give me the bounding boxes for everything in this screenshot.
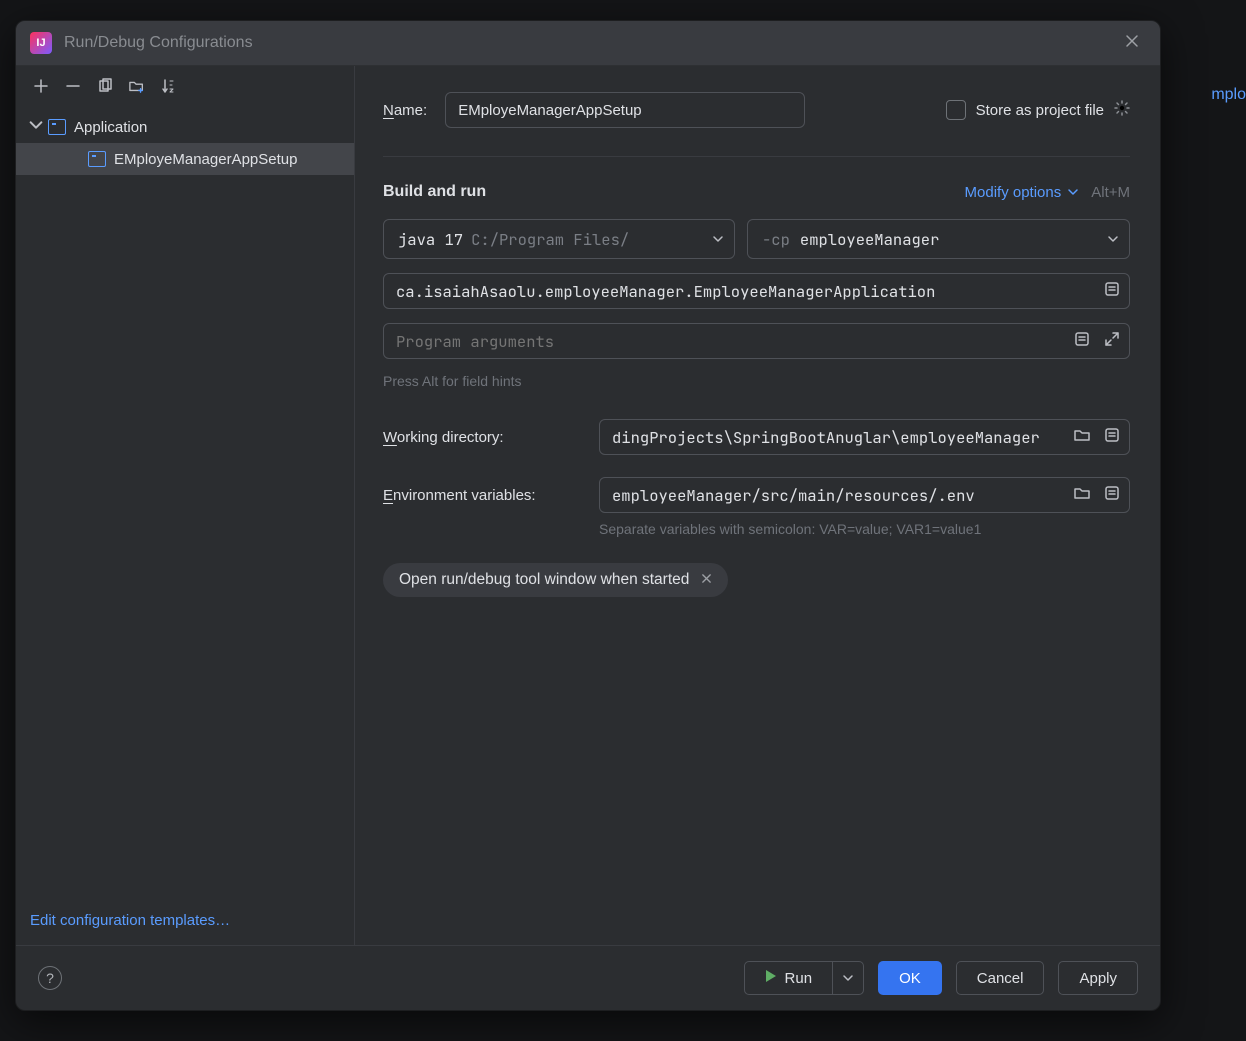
expand-icon[interactable] — [1104, 331, 1120, 351]
chevron-down-icon — [1099, 229, 1119, 250]
name-input[interactable] — [445, 92, 805, 128]
store-as-project-file-checkbox[interactable] — [946, 100, 966, 120]
tree-group-application[interactable]: Application — [16, 111, 354, 143]
working-directory-label: Working directory: — [383, 429, 579, 446]
open-tool-window-chip[interactable]: Open run/debug tool window when started — [383, 563, 728, 597]
name-label: Name: — [383, 102, 427, 119]
classpath-module-select[interactable]: -cp employeeManager — [747, 219, 1130, 259]
insert-macros-icon[interactable] — [1104, 427, 1120, 447]
field-hint: Press Alt for field hints — [383, 373, 1130, 389]
insert-macros-icon[interactable] — [1074, 331, 1090, 351]
environment-variables-hint: Separate variables with semicolon: VAR=v… — [599, 521, 1130, 537]
chevron-down-icon — [1067, 186, 1079, 198]
help-icon[interactable]: ? — [38, 966, 62, 990]
application-type-icon — [88, 151, 106, 167]
run-dropdown-icon[interactable] — [832, 961, 864, 995]
store-as-project-file-label: Store as project file — [976, 102, 1104, 119]
gear-icon[interactable] — [1114, 100, 1130, 120]
close-icon[interactable] — [1118, 29, 1146, 58]
titlebar: IJ Run/Debug Configurations — [16, 21, 1160, 66]
run-debug-configurations-dialog: IJ Run/Debug Configurations — [15, 20, 1161, 1011]
run-button-split: Run — [744, 961, 865, 995]
environment-variables-input[interactable] — [599, 477, 1130, 513]
sidebar-toolbar — [16, 66, 354, 107]
tree-group-label: Application — [74, 119, 147, 136]
configurations-tree: Application EMployeManagerAppSetup — [16, 107, 354, 898]
dialog-footer: ? Run OK Cancel Apply — [16, 945, 1160, 1010]
folder-icon[interactable] — [1074, 485, 1090, 505]
modify-options-link[interactable]: Modify options — [965, 184, 1080, 201]
modify-options-shortcut: Alt+M — [1091, 184, 1130, 201]
close-icon[interactable] — [701, 571, 712, 589]
run-button[interactable]: Run — [744, 961, 833, 995]
dialog-title: Run/Debug Configurations — [64, 34, 253, 52]
chevron-down-icon — [704, 229, 724, 250]
chevron-down-icon — [28, 117, 40, 137]
apply-button[interactable]: Apply — [1058, 961, 1138, 995]
main-panel: Name: Store as project file Build and ru… — [355, 66, 1160, 945]
run-triangle-icon — [765, 969, 777, 987]
main-class-input[interactable] — [383, 273, 1130, 309]
program-arguments-input[interactable] — [383, 323, 1130, 359]
tree-item-label: EMployeManagerAppSetup — [114, 151, 297, 168]
remove-configuration-icon[interactable] — [58, 72, 88, 100]
build-and-run-heading: Build and run — [383, 183, 486, 201]
insert-macros-icon[interactable] — [1104, 281, 1120, 301]
sort-alpha-icon[interactable] — [154, 72, 184, 100]
environment-variables-label: Environment variables: — [383, 487, 579, 504]
background-cropped-text: mplo — [1211, 86, 1246, 104]
add-configuration-icon[interactable] — [26, 72, 56, 100]
ok-button[interactable]: OK — [878, 961, 942, 995]
edit-configuration-templates-link[interactable]: Edit configuration templates… — [16, 898, 354, 945]
sidebar: Application EMployeManagerAppSetup Edit … — [16, 66, 355, 945]
save-to-folder-icon[interactable] — [122, 72, 152, 100]
tree-item-employe-manager-app-setup[interactable]: EMployeManagerAppSetup — [16, 143, 354, 175]
jdk-select[interactable]: java 17 C:/Program Files/ — [383, 219, 735, 259]
intellij-app-icon: IJ — [30, 32, 52, 54]
working-directory-input[interactable] — [599, 419, 1130, 455]
cancel-button[interactable]: Cancel — [956, 961, 1045, 995]
application-type-icon — [48, 119, 66, 135]
insert-macros-icon[interactable] — [1104, 485, 1120, 505]
copy-configuration-icon[interactable] — [90, 72, 120, 100]
folder-icon[interactable] — [1074, 427, 1090, 447]
